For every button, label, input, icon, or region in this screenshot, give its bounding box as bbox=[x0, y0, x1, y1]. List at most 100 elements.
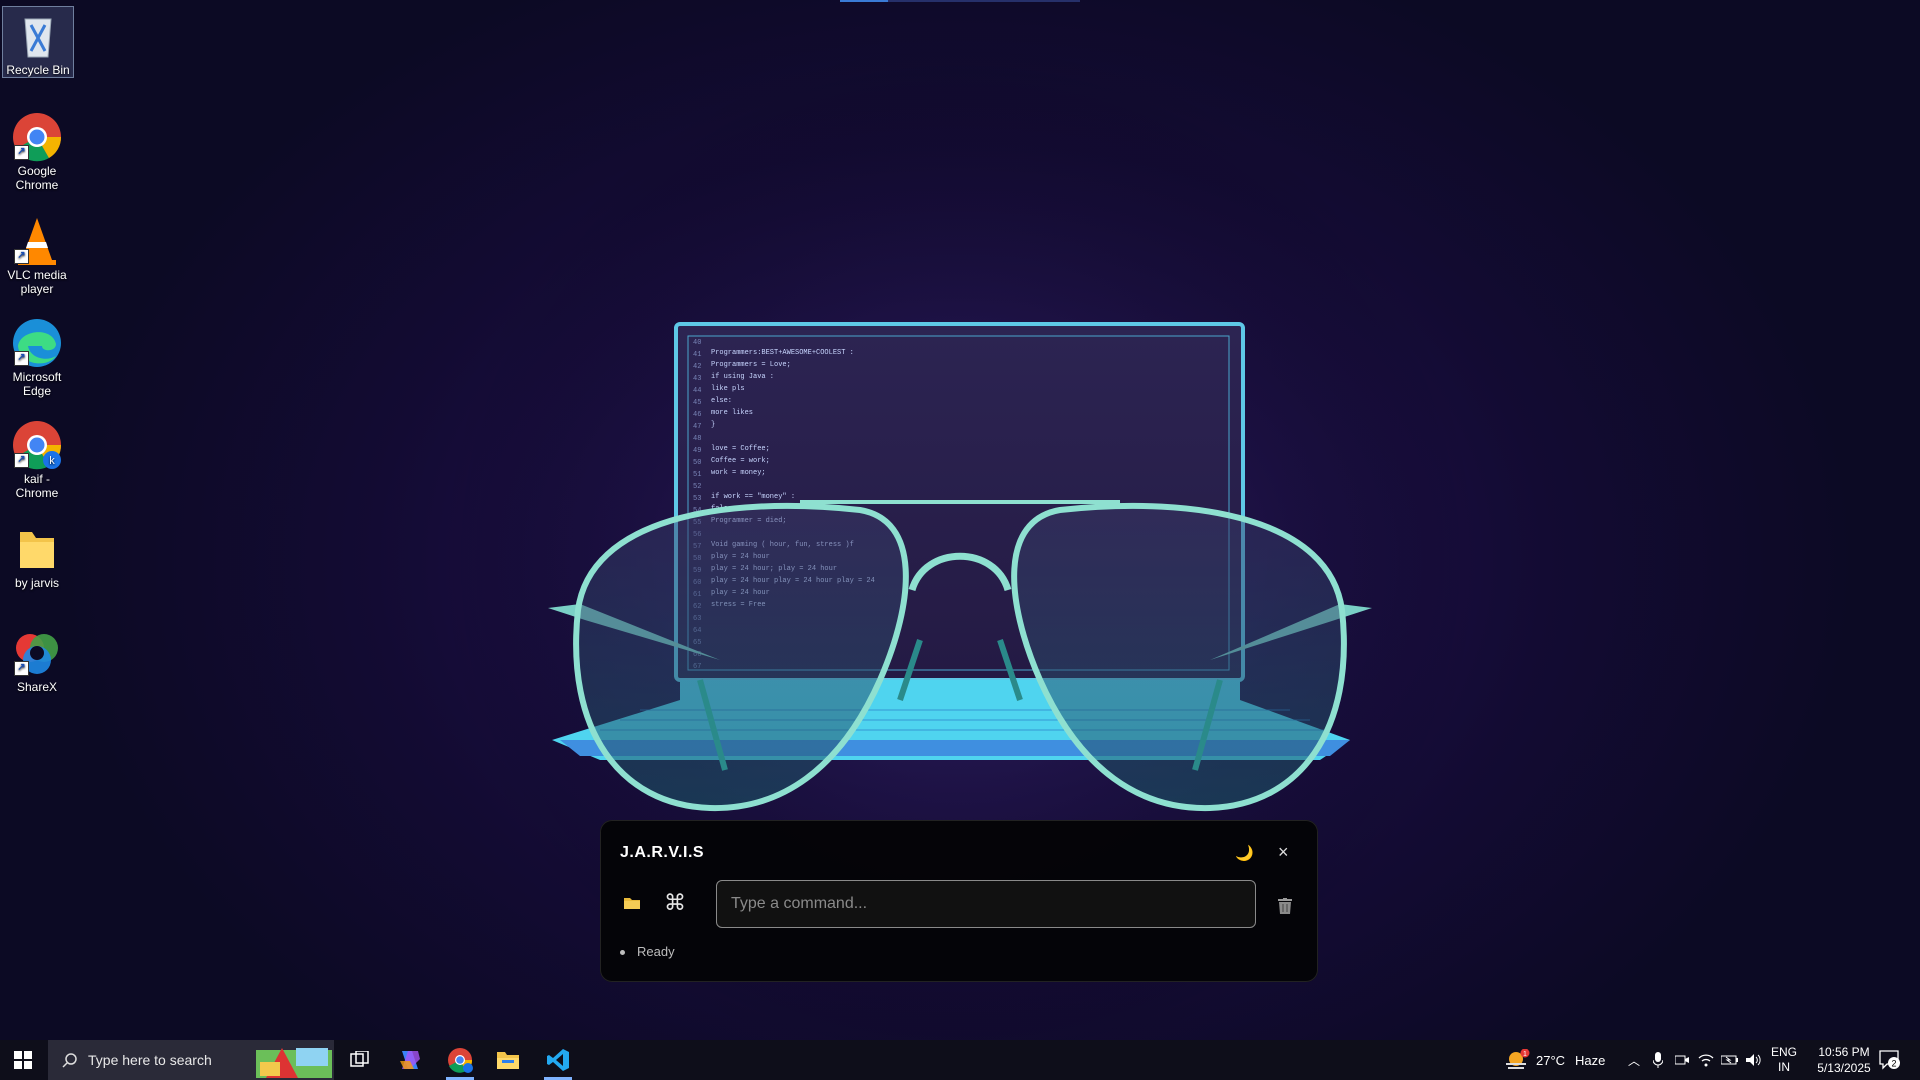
code-line-number: 47 bbox=[693, 423, 701, 431]
desktop-icon-sharex[interactable]: ↗ ShareX bbox=[2, 624, 72, 694]
weather-temp: 27°C bbox=[1536, 1052, 1566, 1068]
desktop-icon-by-jarvis[interactable]: by jarvis bbox=[2, 520, 72, 590]
chrome-icon: ↗ bbox=[12, 112, 62, 162]
notification-center-icon: 2 bbox=[1879, 1050, 1900, 1070]
code-line: else: bbox=[711, 397, 732, 405]
task-view-button[interactable] bbox=[336, 1040, 384, 1080]
haze-sun-icon: 1 bbox=[1506, 1049, 1530, 1069]
battery-button[interactable] bbox=[1718, 1040, 1742, 1080]
code-line-number: 48 bbox=[693, 435, 701, 443]
code-line-number: 50 bbox=[693, 459, 701, 467]
desktop-icon-label: VLC media player bbox=[7, 268, 67, 296]
code-line: if using Java : bbox=[711, 373, 774, 381]
vlc-icon: ↗ bbox=[12, 216, 62, 266]
folder-icon bbox=[12, 524, 62, 574]
search-placeholder: Type here to search bbox=[88, 1052, 212, 1068]
taskbar: Type here to search 1 27°C Haze ︿ ENG IN… bbox=[0, 1040, 1920, 1080]
desktop-icon-label: kaif - Chrome bbox=[15, 472, 59, 500]
desktop-icon-kaif-chrome[interactable]: k ↗ kaif - Chrome bbox=[2, 416, 72, 500]
file-explorer-icon bbox=[497, 1052, 519, 1069]
chevron-up-icon: ︿ bbox=[1627, 1053, 1640, 1068]
trash-icon[interactable] bbox=[1278, 898, 1292, 914]
search-highlight-image bbox=[256, 1048, 332, 1078]
clock-button[interactable]: 10:56 PM 5/13/2025 bbox=[1806, 1040, 1882, 1080]
taskbar-search-box[interactable]: Type here to search bbox=[48, 1040, 334, 1080]
command-key-icon[interactable]: ⌘ bbox=[664, 890, 686, 916]
code-line: if work == "money" : bbox=[711, 493, 795, 501]
desktop-icon-microsoft-edge[interactable]: ↗ Microsoft Edge bbox=[2, 314, 72, 398]
show-hidden-icons-button[interactable]: ︿ bbox=[1622, 1040, 1646, 1080]
command-input[interactable] bbox=[716, 880, 1256, 928]
desktop-icon-label: by jarvis bbox=[14, 576, 59, 590]
desktop-icon-label: Google Chrome bbox=[15, 164, 59, 192]
close-button[interactable]: × bbox=[1278, 842, 1289, 863]
code-line: more likes bbox=[711, 409, 753, 417]
code-line: Programmers = Love; bbox=[711, 361, 791, 369]
copilot-icon bbox=[400, 1051, 420, 1069]
task-view-icon bbox=[350, 1051, 369, 1067]
code-line: like pls bbox=[711, 385, 745, 393]
code-line: love = Coffee; bbox=[711, 445, 770, 453]
microphone-icon bbox=[1653, 1052, 1663, 1068]
start-button[interactable] bbox=[0, 1040, 46, 1080]
recycle-bin-icon bbox=[13, 11, 63, 61]
windows-logo-icon bbox=[14, 1051, 32, 1069]
desktop-icon-vlc[interactable]: ↗ VLC media player bbox=[2, 212, 72, 296]
code-line-number: 46 bbox=[693, 411, 701, 419]
code-line-number: 42 bbox=[693, 363, 701, 371]
meet-now-button[interactable] bbox=[1670, 1040, 1694, 1080]
search-icon bbox=[62, 1053, 77, 1068]
status-dot bbox=[620, 950, 625, 956]
chrome-profile-icon bbox=[448, 1048, 473, 1073]
volume-button[interactable] bbox=[1742, 1040, 1766, 1080]
code-line: Coffee = work; bbox=[711, 457, 770, 465]
chrome-taskbar-button[interactable] bbox=[436, 1040, 484, 1080]
code-line: } bbox=[711, 421, 715, 429]
vscode-icon bbox=[547, 1049, 569, 1071]
notifications-button[interactable]: 2 bbox=[1872, 1040, 1908, 1080]
desktop-icon-recycle-bin[interactable]: Recycle Bin bbox=[2, 6, 74, 78]
svg-text:k: k bbox=[49, 455, 55, 467]
code-line-number: 52 bbox=[693, 483, 701, 491]
language-code: ENG bbox=[1770, 1045, 1797, 1059]
code-line-number: 53 bbox=[693, 495, 701, 503]
desktop-icon-label: ShareX bbox=[16, 680, 58, 694]
input-language-button[interactable]: ENG IN bbox=[1766, 1040, 1802, 1080]
code-line-number: 41 bbox=[693, 351, 701, 359]
desktop-icon-google-chrome[interactable]: ↗ Google Chrome bbox=[2, 108, 72, 192]
desktop-icon-label: Recycle Bin bbox=[6, 63, 70, 77]
wifi-icon bbox=[1698, 1054, 1714, 1067]
status-indicator: Ready bbox=[620, 944, 675, 959]
code-line-number: 43 bbox=[693, 375, 701, 383]
network-button[interactable] bbox=[1694, 1040, 1718, 1080]
battery-icon bbox=[1721, 1055, 1738, 1065]
folder-icon[interactable] bbox=[624, 896, 640, 909]
sharex-icon: ↗ bbox=[12, 628, 62, 678]
vscode-button[interactable] bbox=[534, 1040, 582, 1080]
code-line: Programmers:BEST+AWESOME+COOLEST : bbox=[711, 349, 854, 357]
clock-date: 5/13/2025 bbox=[1817, 1061, 1871, 1075]
code-line-number: 51 bbox=[693, 471, 701, 479]
jarvis-title: J.A.R.V.I.S bbox=[620, 844, 705, 861]
camera-icon bbox=[1675, 1055, 1689, 1065]
moon-icon[interactable]: 🌙 bbox=[1235, 844, 1254, 862]
code-line-number: 49 bbox=[693, 447, 701, 455]
speaker-icon bbox=[1746, 1054, 1761, 1066]
desktop-icon-label: Microsoft Edge bbox=[12, 370, 62, 398]
weather-widget[interactable]: 1 27°C Haze bbox=[1498, 1040, 1608, 1080]
jarvis-panel: J.A.R.V.I.S 🌙 × ⌘ Ready bbox=[600, 820, 1318, 982]
clock-time: 10:56 PM bbox=[1818, 1045, 1870, 1059]
language-region: IN bbox=[1778, 1060, 1790, 1074]
svg-text:1: 1 bbox=[1523, 1051, 1527, 1058]
svg-text:2: 2 bbox=[1891, 1059, 1896, 1069]
weather-condition: Haze bbox=[1575, 1052, 1606, 1068]
status-text: Ready bbox=[637, 944, 675, 959]
edge-icon: ↗ bbox=[12, 318, 62, 368]
file-explorer-button[interactable] bbox=[484, 1040, 532, 1080]
microphone-button[interactable] bbox=[1646, 1040, 1670, 1080]
code-line: work = money; bbox=[711, 469, 766, 477]
code-line-number: 40 bbox=[693, 339, 701, 347]
copilot-button[interactable] bbox=[386, 1040, 434, 1080]
code-line-number: 44 bbox=[693, 387, 701, 395]
chrome-profile-icon: k ↗ bbox=[12, 420, 62, 470]
